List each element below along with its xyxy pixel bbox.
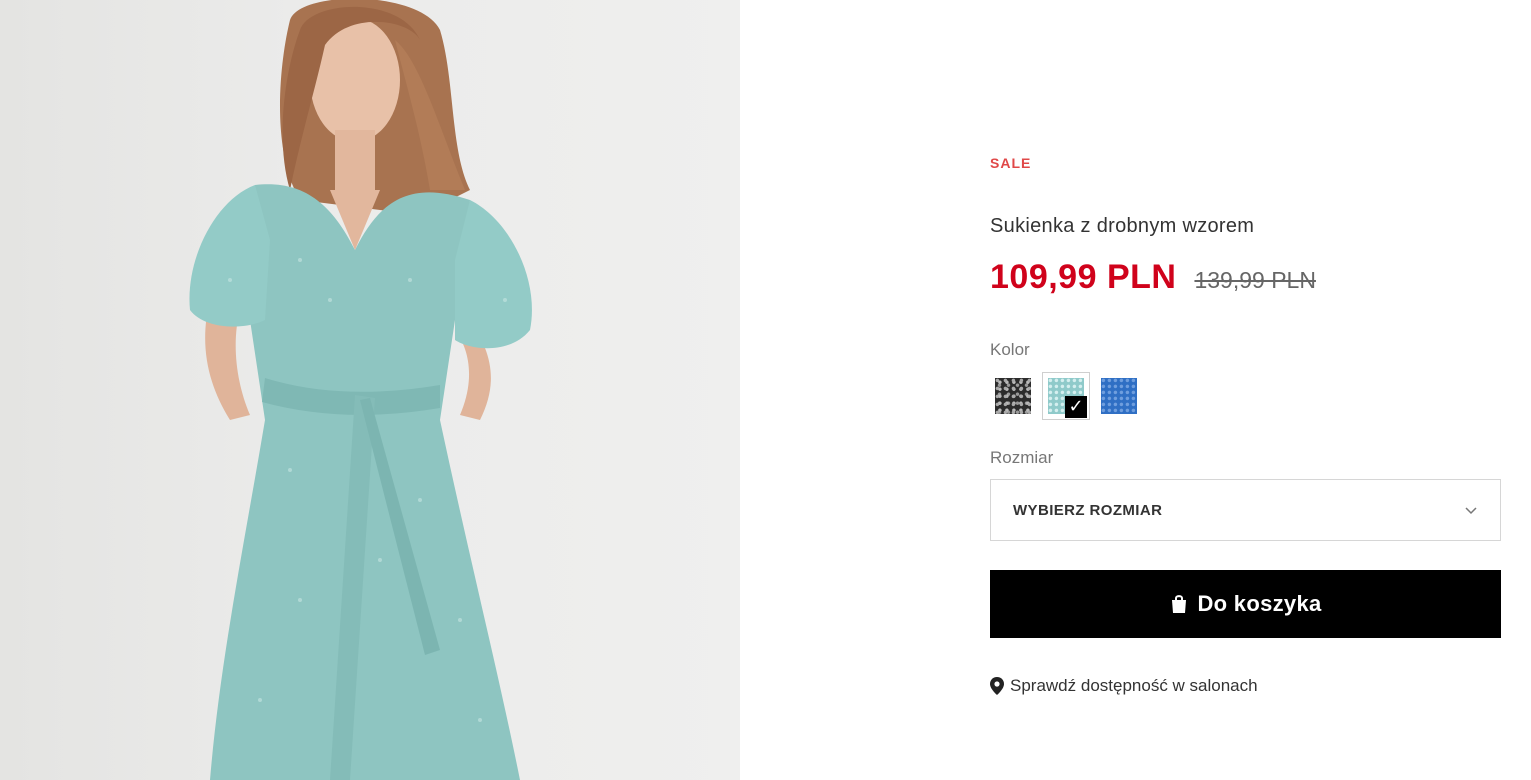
shopping-bag-icon (1172, 595, 1187, 613)
swatch-chip (995, 378, 1031, 414)
add-to-cart-label: Do koszyka (1197, 591, 1322, 616)
sale-badge: SALE (990, 155, 1032, 171)
availability-label: Sprawdź dostępność w salonach (1010, 676, 1258, 695)
product-title: Sukienka z drobnym wzorem (990, 215, 1255, 237)
product-photo-illustration (189, 0, 532, 780)
product-info-panel: SALE Sukienka z drobnym wzorem 109,99 PL… (990, 0, 1502, 780)
product-photo[interactable] (0, 0, 740, 780)
color-label: Kolor (990, 340, 1030, 359)
swatch-chip (1101, 378, 1137, 414)
color-swatch-dark[interactable] (994, 377, 1032, 415)
add-to-cart-button[interactable]: Do koszyka (990, 570, 1501, 638)
size-select-placeholder: WYBIERZ ROZMIAR (1013, 501, 1163, 519)
color-swatch-mint[interactable]: ✓ (1042, 372, 1090, 420)
price-row: 109,99 PLN 139,99 PLN (990, 258, 1316, 297)
current-price: 109,99 PLN (990, 258, 1177, 296)
size-label: Rozmiar (990, 448, 1054, 467)
chevron-down-icon (1465, 507, 1477, 515)
color-swatch-blue[interactable] (1100, 377, 1138, 415)
size-select[interactable]: WYBIERZ ROZMIAR (990, 479, 1501, 541)
check-store-availability-link[interactable]: Sprawdź dostępność w salonach (990, 676, 1258, 696)
old-price: 139,99 PLN (1194, 267, 1316, 293)
map-pin-icon (990, 677, 1004, 695)
color-swatches: ✓ (994, 372, 1138, 420)
checkmark-icon: ✓ (1065, 396, 1087, 418)
